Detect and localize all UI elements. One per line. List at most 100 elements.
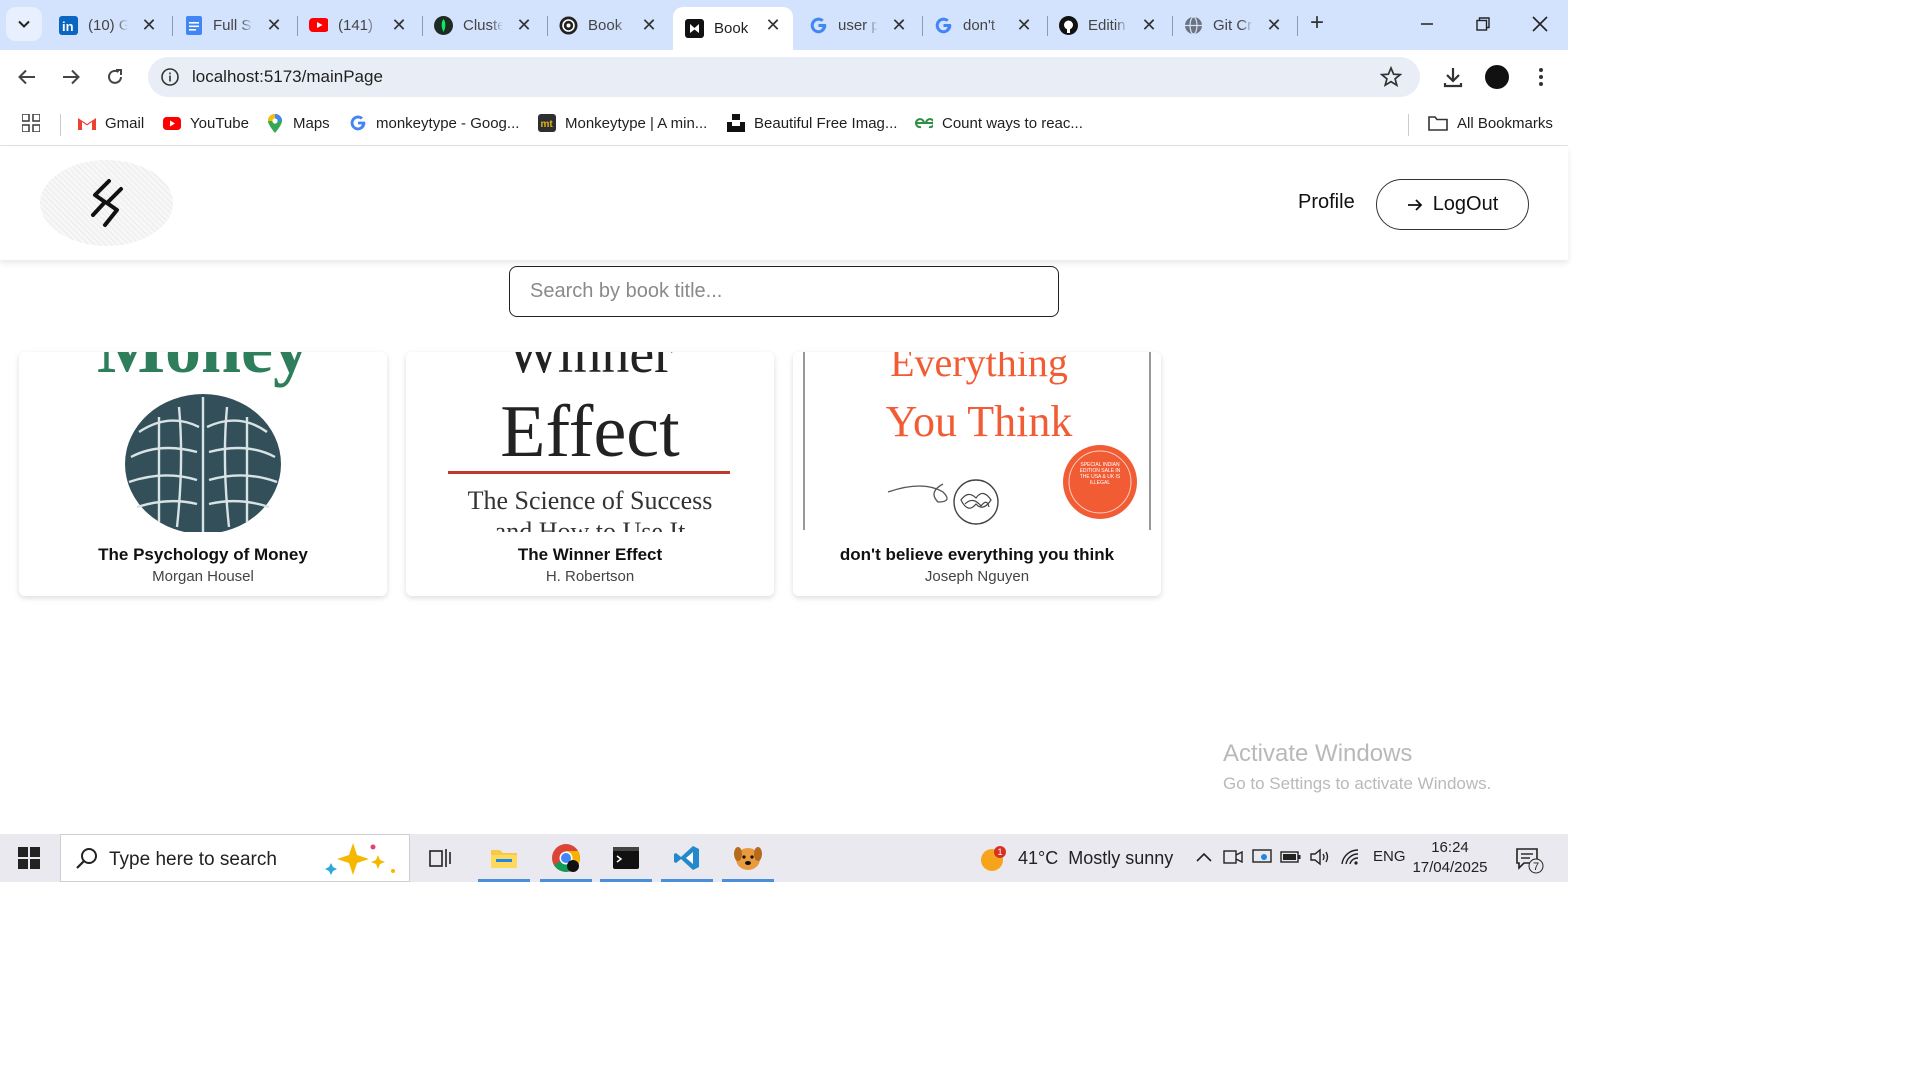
download-icon[interactable] bbox=[1441, 65, 1465, 89]
book-search-input[interactable] bbox=[509, 266, 1059, 317]
chevron-down-icon bbox=[18, 20, 30, 28]
close-tab-icon[interactable]: ✕ bbox=[514, 15, 534, 35]
profile-avatar[interactable] bbox=[1485, 65, 1509, 89]
back-arrow-icon[interactable] bbox=[13, 63, 41, 91]
close-tab-icon[interactable]: ✕ bbox=[1014, 15, 1034, 35]
bookmark-youtube[interactable]: YouTube bbox=[163, 112, 249, 134]
chrome-icon[interactable] bbox=[540, 834, 592, 882]
tab-search-button[interactable] bbox=[6, 7, 42, 41]
weather-widget[interactable]: 1 41°C Mostly sunny bbox=[978, 842, 1173, 874]
vscode-icon[interactable] bbox=[661, 834, 713, 882]
google-docs-icon bbox=[184, 15, 203, 35]
new-tab-plus-icon[interactable]: + bbox=[1305, 11, 1329, 36]
maps-icon bbox=[266, 113, 284, 133]
close-tab-icon[interactable]: ✕ bbox=[1139, 15, 1159, 35]
weather-condition: Mostly sunny bbox=[1068, 847, 1174, 868]
app-header: Profile LogOut bbox=[0, 147, 1568, 260]
logout-label: LogOut bbox=[1432, 193, 1499, 215]
notification-center-icon[interactable]: 7 bbox=[1514, 844, 1544, 874]
sun-icon: 1 bbox=[978, 844, 1006, 872]
meet-icon[interactable] bbox=[1222, 846, 1244, 868]
tab-title: Full St bbox=[213, 16, 253, 34]
language-indicator[interactable]: ENG bbox=[1373, 848, 1406, 865]
wifi-icon[interactable] bbox=[1340, 846, 1362, 868]
all-bookmarks-label: All Bookmarks bbox=[1457, 114, 1553, 132]
arrow-right-icon bbox=[1407, 198, 1422, 211]
bookmark-separator bbox=[1408, 114, 1409, 136]
browser-tab[interactable]: user p ✕ bbox=[797, 7, 919, 43]
close-tab-icon[interactable]: ✕ bbox=[639, 15, 659, 35]
bookmark-label: Beautiful Free Imag... bbox=[754, 114, 898, 132]
url-text[interactable]: localhost:5173/mainPage bbox=[192, 67, 383, 87]
book-author: H. Robertson bbox=[545, 568, 635, 585]
close-tab-icon[interactable]: ✕ bbox=[763, 15, 783, 35]
battery-icon[interactable] bbox=[1280, 846, 1302, 868]
apps-grid-icon[interactable] bbox=[22, 112, 40, 134]
tab-title: (10) G bbox=[88, 16, 128, 34]
restore-window-icon[interactable] bbox=[1468, 10, 1498, 38]
book-cover: Money bbox=[19, 352, 387, 532]
windows-start-icon[interactable] bbox=[0, 834, 58, 882]
taskbar-clock[interactable]: 16:24 17/04/2025 bbox=[1412, 838, 1488, 878]
tab-title: Cluste bbox=[463, 16, 503, 34]
logout-button[interactable]: LogOut bbox=[1376, 179, 1529, 230]
cover-title-main: You Think bbox=[886, 397, 1073, 446]
profile-link[interactable]: Profile bbox=[1298, 191, 1355, 214]
address-bar[interactable]: localhost:5173/mainPage bbox=[148, 57, 1420, 97]
bookmark-label: monkeytype - Goog... bbox=[376, 114, 520, 132]
close-tab-icon[interactable]: ✕ bbox=[1264, 15, 1284, 35]
close-window-icon[interactable] bbox=[1525, 10, 1555, 38]
minimize-window-icon[interactable] bbox=[1412, 10, 1442, 38]
bookmark-label: Gmail bbox=[105, 114, 145, 132]
book-card[interactable]: Money The Psychology of Money Morgan Hou… bbox=[19, 352, 387, 596]
chevron-up-icon[interactable] bbox=[1193, 846, 1215, 868]
geeksforgeeks-icon bbox=[915, 114, 933, 132]
browser-toolbar: localhost:5173/mainPage bbox=[0, 50, 1568, 102]
bookmark-maps[interactable]: Maps bbox=[266, 112, 330, 134]
browser-tab-strip: in (10) G ✕ Full St ✕ (141) ✕ Cluste ✕ B… bbox=[0, 0, 1568, 50]
tab-title: user p bbox=[838, 16, 878, 34]
all-bookmarks-button[interactable]: All Bookmarks bbox=[1428, 112, 1553, 134]
kebab-menu-icon[interactable] bbox=[1530, 64, 1552, 90]
reload-icon[interactable] bbox=[101, 63, 129, 91]
book-card[interactable]: Winner Effect The Science of Success and… bbox=[406, 352, 774, 596]
terminal-icon[interactable] bbox=[600, 834, 652, 882]
bookmark-star-icon[interactable] bbox=[1380, 66, 1402, 88]
tab-title: (141) bbox=[338, 16, 374, 34]
bookmark-gmail[interactable]: Gmail bbox=[78, 112, 144, 134]
bookmark-unsplash[interactable]: Beautiful Free Imag... bbox=[727, 112, 897, 134]
weather-alert-count: 1 bbox=[997, 847, 1002, 857]
dog-app-icon[interactable] bbox=[722, 834, 774, 882]
close-tab-icon[interactable]: ✕ bbox=[889, 15, 909, 35]
site-info-icon[interactable] bbox=[160, 67, 180, 87]
task-view-icon[interactable] bbox=[414, 834, 466, 882]
browser-tab-active[interactable]: Book ✕ bbox=[673, 7, 793, 50]
book-author: Morgan Housel bbox=[152, 568, 254, 585]
search-icon bbox=[76, 848, 97, 869]
book-card[interactable]: Everything You Think SPECIAL INDIAN EDIT… bbox=[793, 352, 1161, 596]
display-settings-icon[interactable] bbox=[1251, 846, 1273, 868]
app-logo[interactable] bbox=[40, 160, 173, 246]
browser-tab[interactable]: Git Cr ✕ bbox=[1172, 7, 1294, 43]
close-tab-icon[interactable]: ✕ bbox=[139, 15, 159, 35]
bookmark-geeksforgeeks[interactable]: Count ways to reac... bbox=[915, 112, 1083, 134]
browser-tab[interactable]: Editin ✕ bbox=[1047, 7, 1169, 43]
book-title: don't believe everything you think bbox=[839, 545, 1115, 564]
file-explorer-icon[interactable] bbox=[478, 834, 530, 882]
bookmark-monkeytype-google[interactable]: monkeytype - Goog... bbox=[349, 112, 519, 134]
forward-arrow-icon[interactable] bbox=[57, 63, 85, 91]
google-icon bbox=[349, 114, 367, 132]
bookmark-label: Maps bbox=[293, 114, 330, 132]
taskbar-search-box[interactable]: Type here to search bbox=[60, 834, 410, 882]
tab-title: don't bbox=[963, 16, 996, 34]
browser-tab[interactable]: in (10) G ✕ bbox=[47, 7, 169, 43]
browser-tab[interactable]: Book ✕ bbox=[547, 7, 669, 43]
browser-tab[interactable]: Cluste ✕ bbox=[422, 7, 544, 43]
browser-tab[interactable]: don't ✕ bbox=[922, 7, 1044, 43]
volume-icon[interactable] bbox=[1309, 846, 1331, 868]
browser-tab[interactable]: Full St ✕ bbox=[172, 7, 294, 43]
browser-tab[interactable]: (141) ✕ bbox=[297, 7, 419, 43]
close-tab-icon[interactable]: ✕ bbox=[389, 15, 409, 35]
close-tab-icon[interactable]: ✕ bbox=[264, 15, 284, 35]
bookmark-monkeytype[interactable]: mt Monkeytype | A min... bbox=[538, 112, 707, 134]
